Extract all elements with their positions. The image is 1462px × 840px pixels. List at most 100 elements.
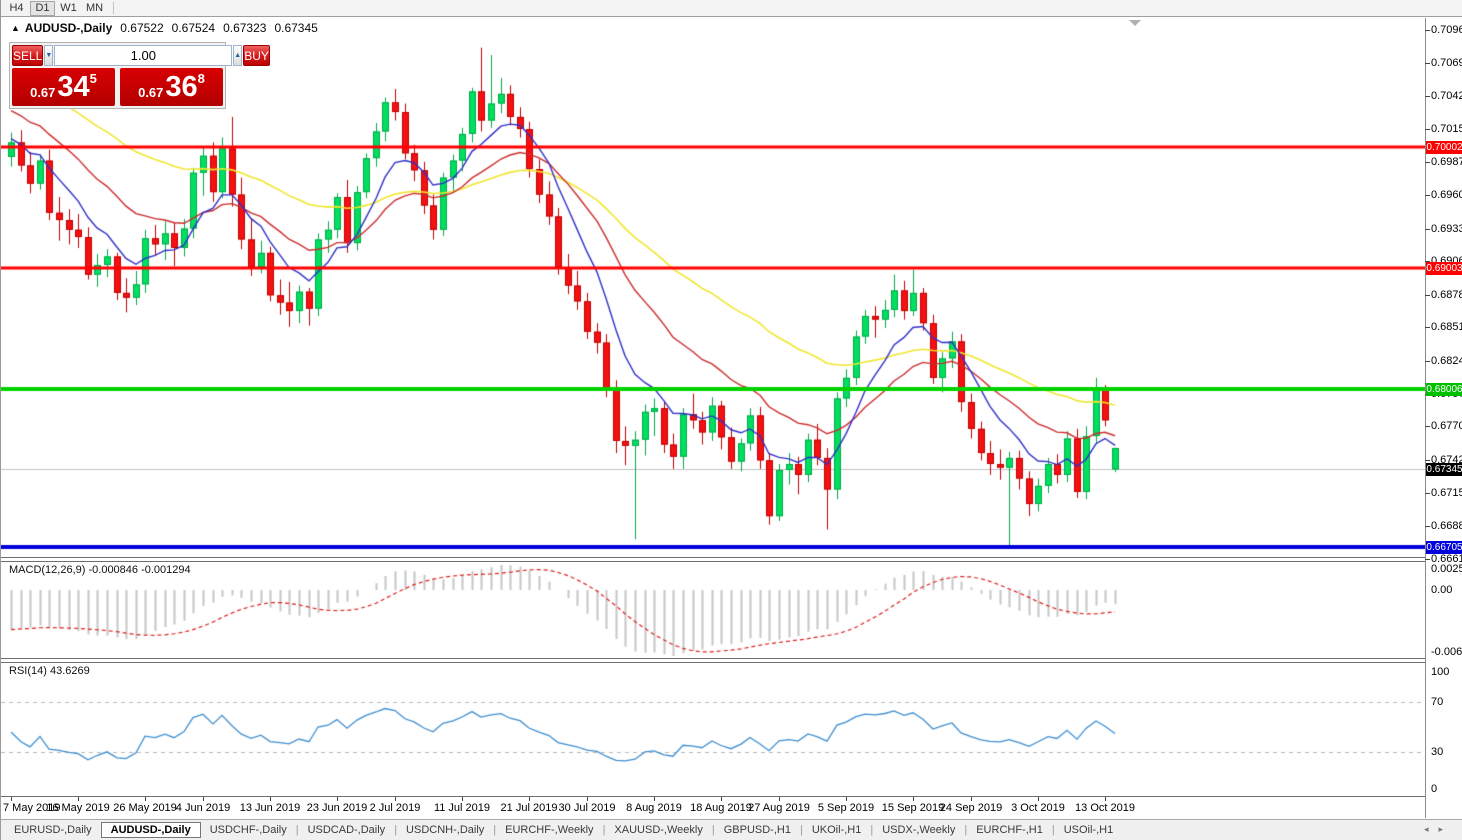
- date-tick-mark: [587, 797, 588, 801]
- price-tick-mark: [1425, 195, 1430, 196]
- ohlc-open: 0.67522: [120, 21, 164, 35]
- volume-increase-button[interactable]: ▲: [233, 45, 243, 66]
- date-tick-mark: [145, 797, 146, 801]
- chart-tab-xauusd-weekly[interactable]: XAUUSD-,Weekly: [605, 822, 711, 838]
- timeframe-button-mn[interactable]: MN: [82, 1, 107, 16]
- date-tick-mark: [462, 797, 463, 801]
- date-tick-mark: [395, 797, 396, 801]
- date-tick-label: 4 Jun 2019: [175, 802, 231, 814]
- date-tick-label: 13 Jun 2019: [239, 802, 301, 814]
- date-axis: 7 May 2019 16 May 2019 26 May 2019 4 Jun 20…: [1, 796, 1425, 818]
- price-tick-mark: [1425, 96, 1430, 97]
- date-tick-label: 5 Sep 2019: [817, 802, 875, 814]
- price-tick-label: 0.70420: [1431, 90, 1462, 102]
- date-tick-label: 23 Jun 2019: [306, 802, 368, 814]
- buy-price-prefix: 0.67: [138, 84, 164, 100]
- date-tick-label: 24 Sep 2019: [939, 802, 1003, 814]
- price-tick-label: 0.66880: [1431, 520, 1462, 532]
- chart-tab-eurchf-weekly[interactable]: EURCHF-,Weekly: [496, 822, 602, 838]
- date-tick-label: 2 Jul 2019: [369, 802, 421, 814]
- date-tick-label: 18 Aug 2019: [690, 802, 752, 814]
- chart-tab-usdx-weekly[interactable]: USDX-,Weekly: [873, 822, 964, 838]
- price-tick-label: 0.70965: [1431, 24, 1462, 36]
- price-tick-label: 0.68785: [1431, 289, 1462, 301]
- date-tick-label: 21 Jul 2019: [500, 802, 558, 814]
- chart-tab-eurusd-daily[interactable]: EURUSD-,Daily: [5, 822, 101, 838]
- sell-price-big: 34: [57, 70, 90, 103]
- price-tick-mark: [1425, 63, 1430, 64]
- price-tick-label: 0.70695: [1431, 57, 1462, 69]
- date-tick-mark: [971, 797, 972, 801]
- price-tick-label: 0.70150: [1431, 123, 1462, 135]
- sell-price-sup: 5: [89, 70, 97, 86]
- price-tick-label: 0.67155: [1431, 487, 1462, 499]
- sell-quote-button[interactable]: 0.67 34 5: [12, 68, 115, 106]
- level-price-badge: 0.70002: [1426, 141, 1462, 154]
- chart-surface[interactable]: [1, 18, 1425, 796]
- chart-tab-gbpusd-h1[interactable]: GBPUSD-,H1: [715, 822, 800, 838]
- volume-decrease-button[interactable]: ▼: [44, 45, 54, 66]
- buy-button[interactable]: BUY: [243, 45, 270, 66]
- price-tick-label: 0.68515: [1431, 321, 1462, 333]
- date-tick-mark: [779, 797, 780, 801]
- price-tick-label: 0.67700: [1431, 420, 1462, 432]
- indicator-axis-label: 0.00: [1431, 584, 1453, 596]
- chart-tab-usoil-h1[interactable]: USOil-,H1: [1055, 822, 1123, 838]
- date-tick-label: 16 May 2019: [46, 802, 110, 814]
- chart-tab-eurchf-h1[interactable]: EURCHF-,H1: [967, 822, 1052, 838]
- price-tick-mark: [1425, 559, 1430, 560]
- date-tick-label: 8 Aug 2019: [626, 802, 682, 814]
- date-tick-mark: [721, 797, 722, 801]
- price-axis-divider: [1425, 18, 1426, 818]
- timeframe-button-h4[interactable]: H4: [4, 1, 29, 16]
- price-tick-mark: [1425, 361, 1430, 362]
- one-click-trade-panel: SELL ▼ ▲ BUY 0.67 34 5 0.67 36 8: [9, 42, 270, 109]
- date-tick-mark: [203, 797, 204, 801]
- chart-tab-ukoil-h1[interactable]: UKOil-,H1: [803, 822, 871, 838]
- sell-button[interactable]: SELL: [12, 45, 44, 66]
- ohlc-low: 0.67323: [223, 21, 267, 35]
- indicator-axis-label: -0.006326: [1431, 646, 1462, 658]
- date-tick-mark: [913, 797, 914, 801]
- level-price-badge: 0.66705: [1426, 541, 1462, 554]
- macd-label: MACD(12,26,9) -0.000846 -0.001294: [9, 564, 191, 576]
- timeframe-button-w1[interactable]: W1: [56, 1, 81, 16]
- indicator-axis-label: 30: [1431, 746, 1444, 759]
- price-tick-mark: [1425, 129, 1430, 130]
- volume-input[interactable]: [54, 45, 233, 66]
- level-price-badge: 0.69003: [1426, 262, 1462, 275]
- date-tick-label: 27 Aug 2019: [748, 802, 810, 814]
- price-tick-label: 0.69875: [1431, 156, 1462, 168]
- indicator-axis-label: 0: [1431, 783, 1438, 795]
- date-tick-mark: [337, 797, 338, 801]
- buy-quote-button[interactable]: 0.67 36 8: [120, 68, 223, 106]
- chart-tab-usdcnh-daily[interactable]: USDCNH-,Daily: [397, 822, 493, 838]
- date-tick-label: 13 Oct 2019: [1075, 802, 1135, 814]
- price-tick-mark: [1425, 460, 1430, 461]
- chart-tab-bar: EURUSD-,Daily AUDUSD-,Daily USDCHF-,Daily |…: [1, 819, 1462, 840]
- price-tick-mark: [1425, 526, 1430, 527]
- panel-separator[interactable]: [1, 557, 1425, 562]
- timeframe-toolbar: H4 D1 W1 MN: [1, 0, 1462, 17]
- date-tick-mark: [529, 797, 530, 801]
- ohlc-high: 0.67524: [171, 21, 216, 35]
- buy-price-big: 36: [165, 70, 198, 103]
- chart-tab-audusd-daily[interactable]: AUDUSD-,Daily: [100, 822, 201, 838]
- timeframe-button-d1[interactable]: D1: [30, 0, 55, 16]
- date-tick-mark: [654, 797, 655, 801]
- date-tick-mark: [846, 797, 847, 801]
- tab-scroll-arrows[interactable]: ◂▸: [1424, 824, 1453, 835]
- price-tick-mark: [1425, 295, 1430, 296]
- sell-price-prefix: 0.67: [30, 84, 56, 100]
- chart-tab-usdchf-daily[interactable]: USDCHF-,Daily: [201, 822, 296, 838]
- chart-shift-marker-icon[interactable]: [1129, 20, 1141, 26]
- indicator-axis-label: 0.002574: [1431, 563, 1462, 575]
- date-tick-mark: [78, 797, 79, 801]
- toolbar-separator: [113, 2, 114, 14]
- chart-tab-usdcad-daily[interactable]: USDCAD-,Daily: [299, 822, 395, 838]
- panel-separator[interactable]: [1, 658, 1425, 663]
- price-tick-mark: [1425, 30, 1430, 31]
- collapse-arrow-icon[interactable]: ▲: [11, 23, 20, 33]
- rsi-label: RSI(14) 43.6269: [9, 665, 90, 677]
- price-tick-mark: [1425, 493, 1430, 494]
